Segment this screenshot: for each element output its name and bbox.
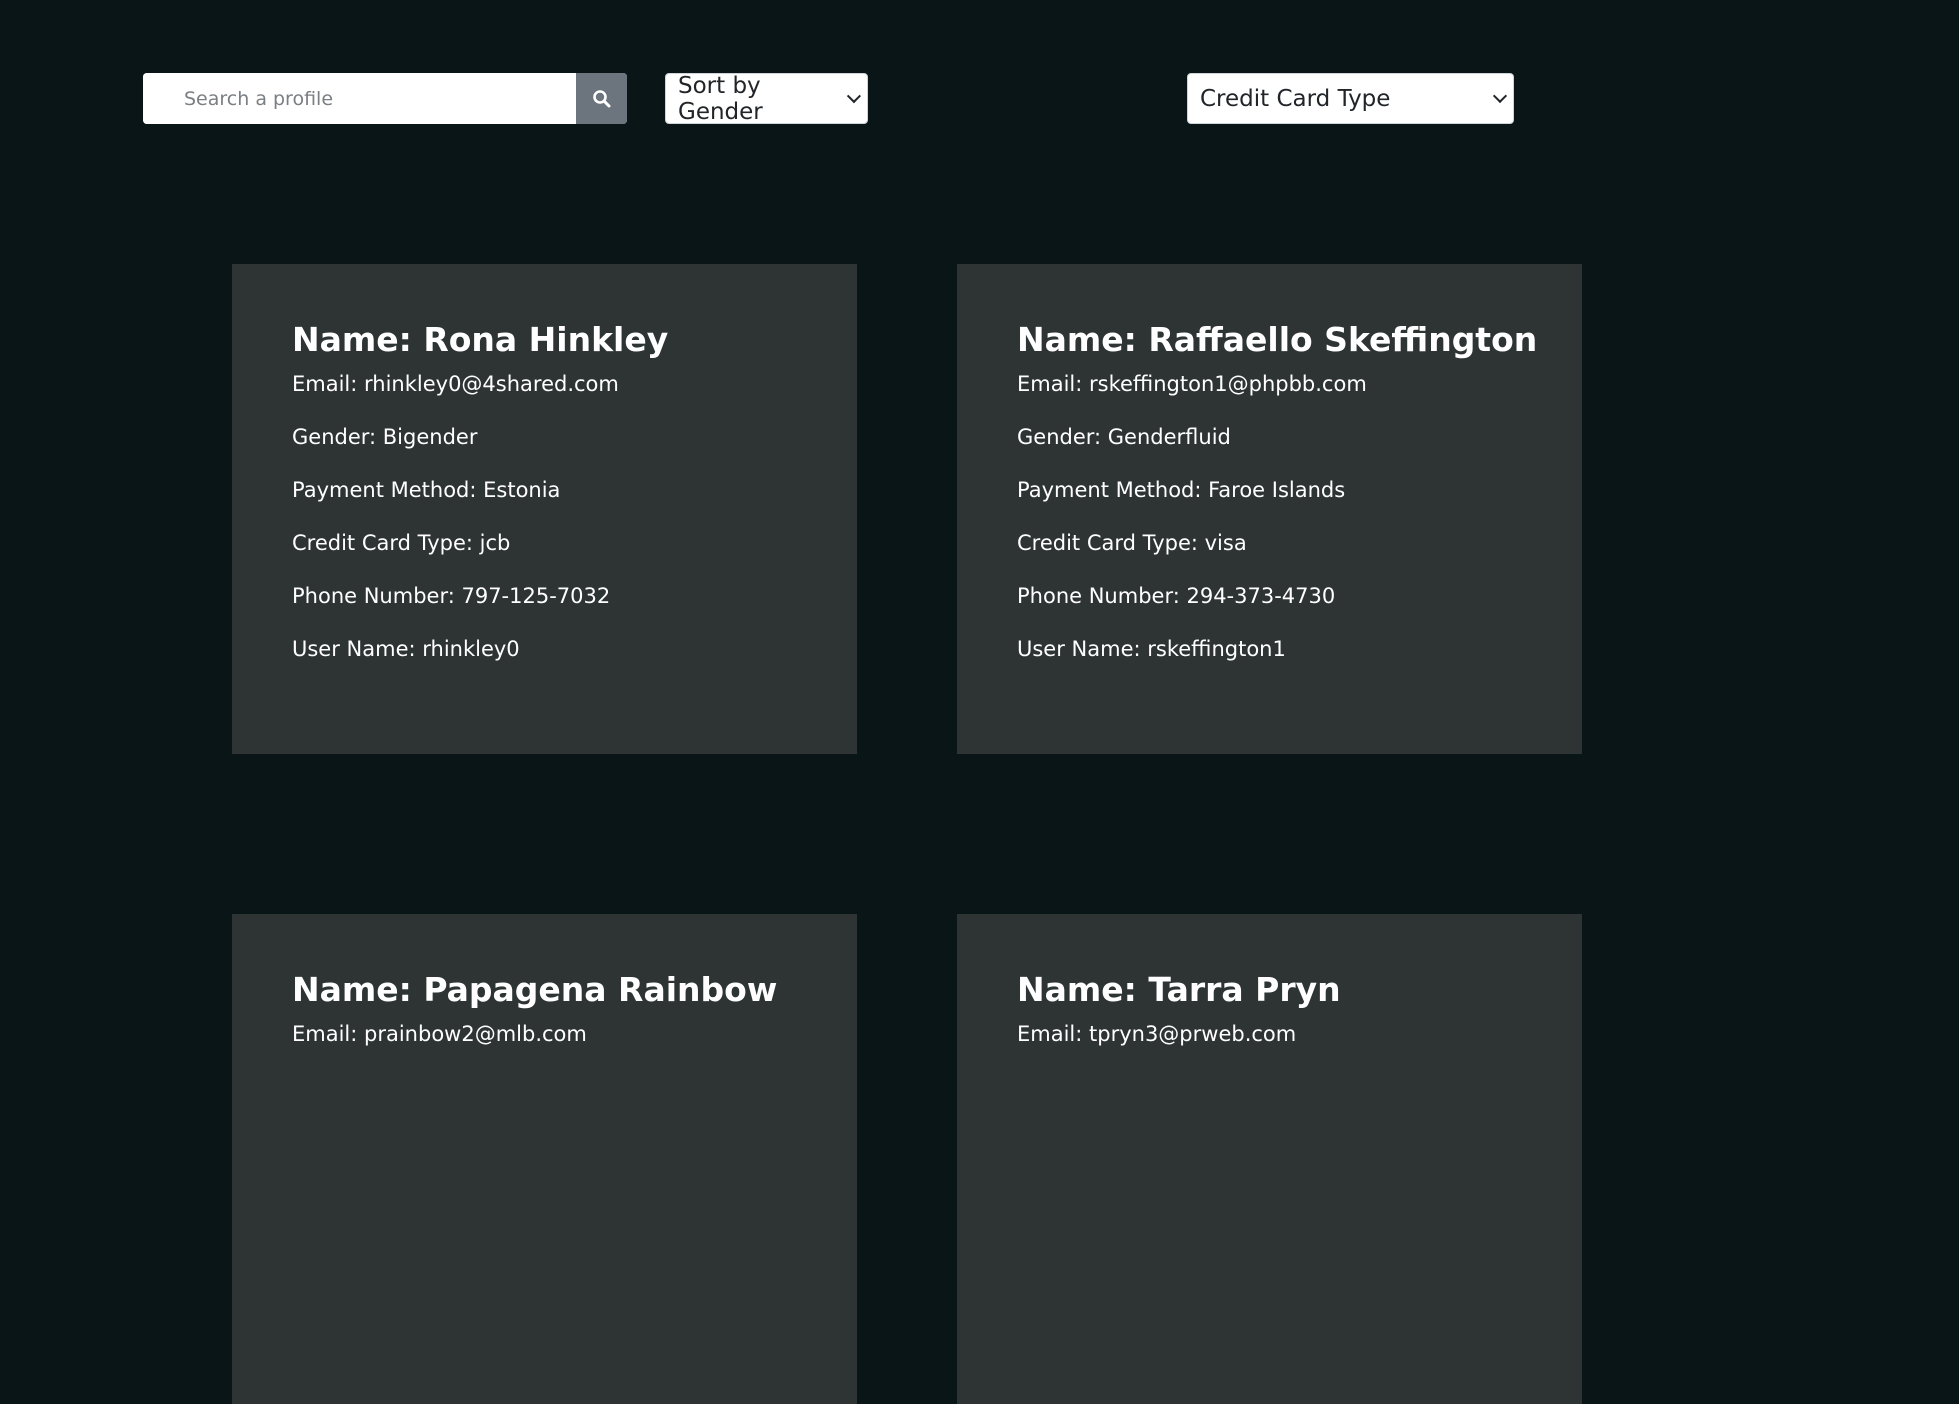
sort-select[interactable]: Sort by Gender: [665, 72, 868, 125]
profile-user-name: User Name: rhinkley0: [292, 637, 520, 661]
search-bar: [143, 73, 627, 124]
search-input[interactable]: [143, 73, 576, 124]
profile-name: Name: Tarra Pryn: [1017, 970, 1341, 1009]
profile-card: Name: Papagena Rainbow Email: prainbow2@…: [232, 914, 857, 1404]
credit-card-type-select[interactable]: Credit Card Type: [1187, 73, 1514, 124]
chevron-down-icon: [1492, 88, 1508, 103]
profile-phone-number: Phone Number: 797-125-7032: [292, 584, 611, 608]
profile-email: Email: rhinkley0@4shared.com: [292, 372, 619, 396]
profile-gender: Gender: Genderfluid: [1017, 425, 1231, 449]
profile-email: Email: tpryn3@prweb.com: [1017, 1022, 1297, 1046]
search-button[interactable]: [576, 73, 627, 124]
profile-name: Name: Papagena Rainbow: [292, 970, 778, 1009]
profile-user-name: User Name: rskeffington1: [1017, 637, 1286, 661]
profile-email: Email: rskeffington1@phpbb.com: [1017, 372, 1367, 396]
chevron-down-icon: [847, 88, 862, 103]
toolbar: Sort by Gender Credit Card Type: [143, 72, 1743, 125]
profile-name: Name: Rona Hinkley: [292, 320, 669, 359]
profile-card: Name: Rona Hinkley Email: rhinkley0@4sha…: [232, 264, 857, 754]
search-icon: [592, 89, 610, 107]
profile-gender: Gender: Bigender: [292, 425, 478, 449]
profile-phone-number: Phone Number: 294-373-4730: [1017, 584, 1336, 608]
profile-card: Name: Tarra Pryn Email: tpryn3@prweb.com: [957, 914, 1582, 1404]
sort-select-value: Sort by Gender: [678, 72, 763, 125]
profile-payment-method: Payment Method: Estonia: [292, 478, 561, 502]
profile-credit-card-type: Credit Card Type: jcb: [292, 531, 511, 555]
profile-email: Email: prainbow2@mlb.com: [292, 1022, 587, 1046]
credit-card-type-select-value: Credit Card Type: [1200, 85, 1391, 112]
profile-payment-method: Payment Method: Faroe Islands: [1017, 478, 1346, 502]
profile-name: Name: Raffaello Skeffington: [1017, 320, 1538, 359]
profile-card: Name: Raffaello Skeffington Email: rskef…: [957, 264, 1582, 754]
profile-credit-card-type: Credit Card Type: visa: [1017, 531, 1247, 555]
